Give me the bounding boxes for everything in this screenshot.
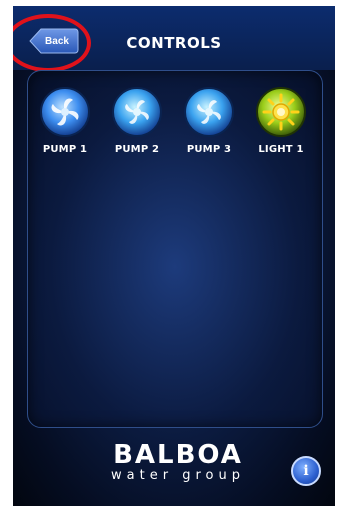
light-1-label: LIGHT 1 — [258, 144, 304, 155]
pump-1-button[interactable]: PUMP 1 — [35, 86, 95, 155]
pump-icon — [40, 87, 90, 137]
page-title: CONTROLS — [126, 34, 222, 52]
footer: BALBOA water group i — [13, 426, 335, 506]
pump-2-button[interactable]: PUMP 2 — [107, 86, 167, 155]
brand-logo: BALBOA water group — [103, 440, 253, 483]
info-button[interactable]: i — [291, 456, 321, 486]
pump-1-label: PUMP 1 — [42, 144, 88, 155]
pump-3-button[interactable]: PUMP 3 — [179, 86, 239, 155]
controls-row: PUMP 1 PUMP 2 PUMP 3 LIGHT 1 — [35, 86, 315, 176]
app-screen: Back CONTROLS PUMP 1 PUMP 2 PUMP 3 LIGHT… — [13, 6, 335, 506]
pump-icon — [184, 87, 234, 137]
pump-3-label: PUMP 3 — [186, 144, 232, 155]
pump-icon — [112, 87, 162, 137]
light-icon — [256, 87, 306, 137]
info-icon: i — [303, 463, 309, 479]
brand-name: BALBOA — [113, 440, 243, 470]
light-1-button[interactable]: LIGHT 1 — [251, 86, 311, 155]
pump-2-label: PUMP 2 — [114, 144, 160, 155]
brand-subtitle: water group — [111, 468, 245, 483]
header-bar: Back CONTROLS — [13, 6, 335, 72]
